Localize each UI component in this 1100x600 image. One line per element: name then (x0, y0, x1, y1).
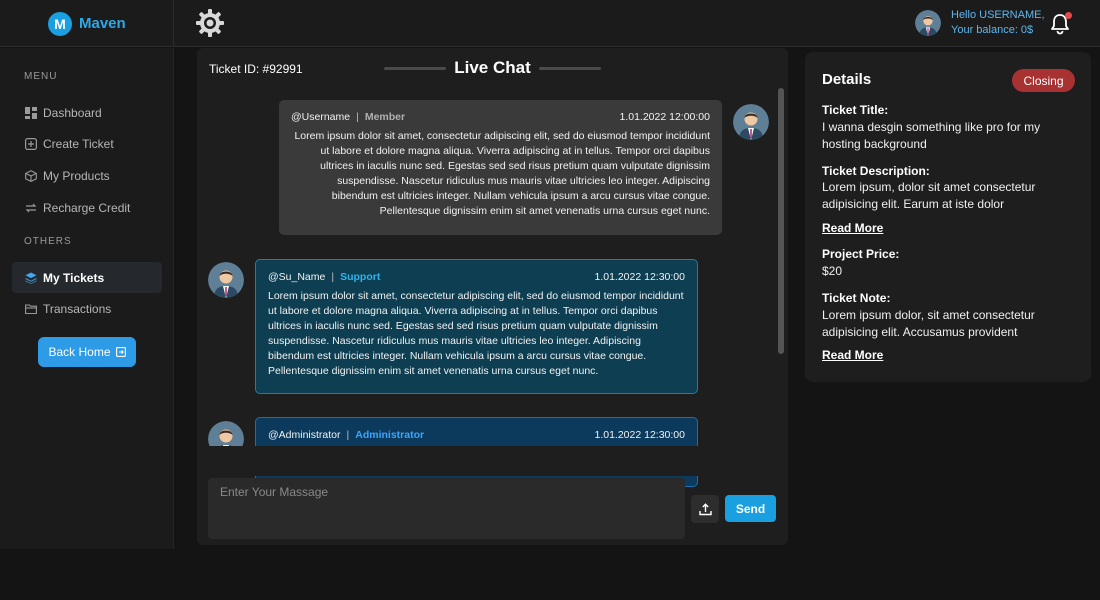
user-balance: Your balance: 0$ (951, 24, 1034, 36)
user-greeting: Hello USERNAME, (951, 9, 1045, 21)
avatar (208, 262, 244, 298)
send-button[interactable]: Send (725, 495, 776, 522)
read-more-note-link[interactable]: Read More (822, 348, 883, 362)
folder-icon (24, 302, 37, 315)
sidebar-item-recharge-credit[interactable]: Recharge Credit (12, 192, 162, 223)
message-username: @Username (291, 111, 351, 123)
refresh-icon (24, 201, 37, 214)
brand-name: Maven (79, 15, 126, 32)
top-bar: M Maven Hello USERNAME, Your balance: 0$ (0, 0, 1100, 47)
separator: | (346, 429, 350, 441)
sidebar-item-dashboard[interactable]: Dashboard (12, 97, 162, 128)
message-time: 1.01.2022 12:00:00 (619, 111, 710, 123)
details-title: Details (822, 71, 872, 88)
page-title: Live Chat (454, 58, 531, 77)
message-time: 1.01.2022 12:30:00 (594, 271, 685, 283)
project-price-value: $20 (822, 264, 843, 278)
message-role: Member (364, 111, 406, 123)
user-menu[interactable]: Hello USERNAME, Your balance: 0$ (915, 8, 1045, 38)
separator: | (331, 271, 335, 283)
brand[interactable]: M Maven (0, 0, 174, 47)
sidebar-item-label: My Products (43, 168, 110, 183)
ticket-description-value: Lorem ipsum, dolor sit amet consectetur … (822, 180, 1036, 211)
chat-message-member: @Username | Member 1.01.2022 12:00:00 Lo… (279, 100, 722, 235)
menu-section-label: MENU (24, 71, 58, 82)
ticket-note-label: Ticket Note: (822, 291, 891, 305)
project-price-label: Project Price: (822, 247, 900, 261)
sidebar-item-label: Dashboard (43, 105, 102, 120)
bell-icon[interactable] (1050, 12, 1072, 35)
ticket-details-panel: Details Closing Ticket Title: I wanna de… (805, 52, 1091, 382)
sidebar-item-transactions[interactable]: Transactions (12, 293, 162, 324)
status-badge: Closing (1012, 69, 1075, 92)
ticket-title-label: Ticket Title: (822, 103, 889, 117)
sidebar-item-my-products[interactable]: My Products (12, 160, 162, 191)
notification-dot (1065, 12, 1072, 19)
avatar (733, 104, 769, 140)
sidebar-item-label: My Tickets (43, 270, 105, 285)
message-header: @Administrator | Administrator 1.01.2022… (268, 428, 685, 443)
upload-button[interactable] (691, 495, 719, 523)
back-home-label: Back Home (48, 345, 111, 359)
chat-message-support: @Su_Name | Support 1.01.2022 12:30:00 Lo… (255, 259, 698, 394)
chat-title: Live Chat (384, 58, 601, 78)
brand-logo: M (48, 11, 72, 36)
back-home-button[interactable]: Back Home (38, 337, 136, 367)
sidebar-item-label: Transactions (43, 301, 112, 316)
scrollbar-thumb[interactable] (778, 88, 784, 354)
title-divider (539, 66, 601, 70)
plus-square-icon (24, 137, 37, 150)
message-username: @Administrator (268, 429, 341, 441)
separator: | (356, 111, 359, 123)
message-input[interactable] (208, 478, 685, 539)
sidebar-item-my-tickets[interactable]: My Tickets (12, 262, 162, 293)
message-header: @Su_Name | Support 1.01.2022 12:30:00 (268, 270, 685, 285)
read-more-description-link[interactable]: Read More (822, 221, 883, 235)
ticket-note-value: Lorem ipsum dolor, sit amet consectetur … (822, 308, 1035, 339)
message-role: Support (340, 271, 381, 283)
sidebar: MENU Dashboard Create Ticket My Products… (0, 48, 174, 549)
chat-scrollbar[interactable] (778, 88, 785, 398)
message-text: Lorem ipsum dolor sit amet, consectetur … (268, 290, 684, 377)
others-section-label: OTHERS (24, 236, 72, 247)
upload-icon (698, 502, 712, 516)
avatar[interactable] (915, 10, 941, 36)
sidebar-item-label: Create Ticket (43, 136, 114, 151)
message-username: @Su_Name (268, 271, 326, 283)
message-role: Administrator (355, 429, 425, 441)
ticket-title-value: I wanna desgin something like pro for my… (822, 120, 1041, 151)
sidebar-item-create-ticket[interactable]: Create Ticket (12, 128, 162, 159)
exit-icon (115, 347, 126, 357)
ticket-description-label: Ticket Description: (822, 164, 930, 178)
message-time: 1.01.2022 12:30:00 (594, 429, 685, 441)
layers-icon (24, 271, 37, 284)
ticket-id: Ticket ID: #92991 (209, 62, 303, 76)
box-icon (24, 169, 37, 182)
message-header: @Username | Member 1.01.2022 12:00:00 (291, 110, 710, 125)
live-chat-panel: Ticket ID: #92991 Live Chat @Username | … (197, 48, 788, 545)
dashboard-icon (24, 106, 37, 119)
sidebar-item-label: Recharge Credit (43, 200, 131, 215)
message-text: Lorem ipsum dolor sit amet, consectetur … (294, 130, 710, 217)
gear-icon[interactable] (193, 6, 227, 40)
chat-footer-mask (197, 446, 788, 476)
title-divider (384, 66, 446, 70)
